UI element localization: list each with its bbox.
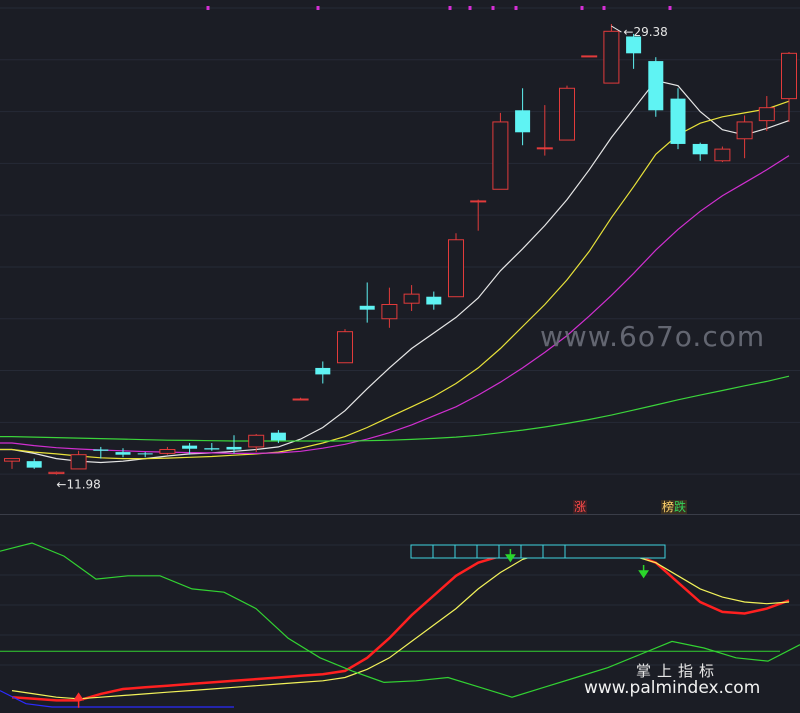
candle	[26, 458, 42, 469]
candle-body	[48, 471, 65, 475]
candlestick-panel: ←29.38 ←11.98	[0, 6, 800, 492]
candle	[492, 112, 509, 190]
candle-body	[581, 55, 598, 58]
candle-body	[492, 121, 509, 190]
stock-chart: ←29.38 ←11.98 涨 榜跌 www.6o7o.com 掌上指标 www.…	[0, 0, 800, 713]
limit-down-tag-suffix: 跌	[674, 500, 687, 514]
top-marker	[468, 6, 472, 10]
candle	[137, 452, 153, 458]
top-marker	[491, 6, 495, 10]
candle-body	[670, 98, 686, 144]
candle	[315, 361, 331, 384]
candle	[115, 448, 131, 458]
candle	[337, 329, 353, 364]
candle	[515, 88, 531, 146]
candle	[292, 397, 309, 401]
candle-body	[736, 121, 753, 140]
top-marker	[668, 6, 672, 10]
candle-body	[26, 461, 42, 468]
candle-body	[515, 110, 531, 133]
candle-body	[292, 398, 309, 401]
candle	[736, 115, 753, 159]
candle-body	[182, 445, 198, 449]
candle	[536, 105, 553, 156]
candle	[626, 33, 642, 69]
candle-body	[648, 61, 664, 111]
candle-body	[426, 296, 442, 305]
watermark-main: www.6o7o.com	[540, 320, 766, 353]
candle	[403, 285, 420, 311]
candle	[448, 233, 464, 298]
candle-body	[70, 454, 87, 470]
top-marker	[206, 6, 210, 10]
top-marker	[448, 6, 452, 10]
candle-body	[536, 147, 553, 150]
candle-body	[470, 200, 487, 203]
candle-body	[93, 449, 109, 451]
candle-body	[403, 293, 420, 304]
candle	[159, 446, 176, 455]
candle-body	[115, 452, 131, 455]
candle	[70, 450, 87, 470]
candle	[359, 282, 375, 323]
candle-body	[359, 305, 375, 310]
candle-body	[603, 30, 620, 84]
limit-down-tag-prefix: 榜	[662, 500, 675, 514]
top-marker	[316, 6, 320, 10]
candle	[603, 24, 620, 84]
watermark-url: www.palmindex.com	[584, 678, 761, 698]
candle-body	[381, 303, 398, 320]
candle-body	[270, 432, 286, 441]
candle	[714, 146, 731, 163]
limit-up-tag: 涨	[573, 500, 588, 514]
candle-body	[226, 446, 242, 450]
candle-body	[758, 107, 775, 122]
top-marker	[602, 6, 606, 10]
candle-body	[337, 331, 353, 364]
candle	[648, 57, 664, 117]
high-label: ←29.38	[623, 25, 667, 39]
top-marker	[514, 6, 518, 10]
candle-body	[781, 52, 797, 100]
candle	[581, 55, 598, 58]
candle	[670, 88, 686, 150]
candle	[692, 142, 708, 161]
candle-body	[159, 449, 176, 454]
candle-body	[204, 448, 220, 450]
low-label: ←11.98	[56, 478, 100, 492]
candle-body	[315, 367, 331, 375]
candle	[426, 291, 442, 310]
candle-body	[248, 434, 265, 448]
candle	[204, 443, 220, 451]
candle-body	[137, 453, 153, 455]
moving-average-line	[0, 100, 790, 460]
candle-body	[4, 458, 20, 462]
signal-box	[410, 544, 666, 559]
candle-body	[559, 87, 575, 141]
top-marker	[580, 6, 584, 10]
candle	[4, 458, 20, 469]
candle-body	[714, 148, 731, 162]
candle-body	[692, 143, 708, 155]
candle	[381, 287, 398, 328]
candle-body	[448, 239, 464, 298]
limit-down-tag: 榜跌	[661, 500, 688, 514]
candle	[559, 85, 575, 141]
candle	[758, 96, 775, 131]
